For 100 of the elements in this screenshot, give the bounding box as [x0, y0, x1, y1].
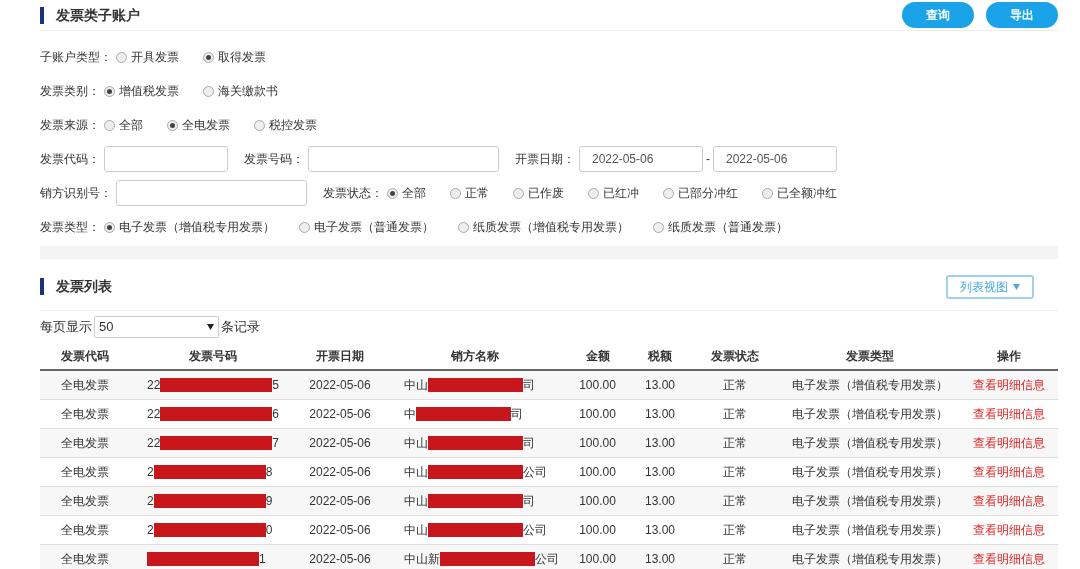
table-cell-text: 5 [272, 377, 280, 394]
table-cell-text: 公司 [535, 551, 559, 568]
field-label: 销方识别号： [40, 185, 112, 202]
caret-icon [207, 324, 214, 330]
table-cell-text: 2022-05-06 [308, 522, 372, 539]
field-label: 发票来源： [40, 117, 100, 134]
radio-option[interactable]: 已全额冲红 [762, 184, 837, 202]
radio-option[interactable]: 已红冲 [588, 184, 639, 202]
radio-button[interactable] [653, 221, 664, 233]
column-header: 发票代码 [60, 348, 110, 365]
radio-button[interactable] [104, 85, 115, 97]
radio-button[interactable] [299, 221, 310, 233]
table-cell-text: 7 [272, 435, 280, 452]
table-cell-text: 电子发票（增值税专用发票） [791, 406, 949, 423]
table-cell-text: 正常 [722, 493, 748, 510]
detail-link[interactable]: 查看明细信息 [960, 521, 1058, 539]
detail-link[interactable]: 查看明细信息 [960, 434, 1058, 452]
table-cell-text: 100.00 [578, 435, 617, 452]
detail-link[interactable]: 查看明细信息 [960, 405, 1058, 423]
column-header: 操作 [996, 348, 1022, 365]
text-field[interactable] [104, 146, 228, 172]
table-cell-text: 中山 [404, 522, 428, 539]
radio-button[interactable] [513, 187, 524, 199]
table-cell-text: 公司 [523, 464, 547, 481]
table-cell-text: 司 [523, 435, 535, 452]
table-cell-text: 全电发票 [60, 435, 110, 452]
radio-option[interactable]: 全部 [387, 184, 426, 202]
table-cell-text: 2022-05-06 [308, 464, 372, 481]
field-label: 发票类别： [40, 83, 100, 100]
table-cell-text: 1 [259, 551, 266, 568]
detail-link[interactable]: 查看明细信息 [960, 492, 1058, 510]
date-field[interactable]: 2022-05-06 [579, 146, 703, 172]
radio-option[interactable]: 纸质发票（增值税专用发票） [458, 218, 629, 236]
radio-button[interactable] [387, 187, 398, 199]
table-cell-text: 100.00 [578, 377, 617, 394]
radio-option[interactable]: 已部分冲红 [663, 184, 738, 202]
radio-button[interactable] [116, 51, 127, 63]
radio-button[interactable] [167, 119, 178, 131]
radio-option[interactable]: 全电发票 [167, 116, 230, 134]
radio-option[interactable]: 开具发票 [116, 48, 179, 66]
radio-option[interactable]: 电子发票（普通发票） [299, 218, 434, 236]
table-cell-text: 13.00 [644, 464, 676, 481]
section-title: 发票列表 [56, 277, 112, 296]
table-cell-text: 2022-05-06 [308, 406, 372, 423]
field-label: 发票状态： [323, 185, 383, 202]
table-cell-text: 100.00 [578, 522, 617, 539]
radio-button[interactable] [104, 119, 115, 131]
table-cell-text: 正常 [722, 522, 748, 539]
table-cell-text: 中山 [404, 377, 428, 394]
column-header: 金额 [584, 348, 611, 365]
page-size-label: 每页显示 [40, 318, 92, 337]
radio-option[interactable]: 海关缴款书 [203, 82, 278, 100]
page-size-select[interactable]: 50 [94, 316, 219, 338]
radio-option[interactable]: 电子发票（增值税专用发票） [104, 218, 275, 236]
table-cell-text: 2 [147, 464, 154, 481]
radio-button[interactable] [762, 187, 773, 199]
radio-button[interactable] [450, 187, 461, 199]
radio-button[interactable] [203, 51, 214, 63]
radio-button[interactable] [104, 221, 115, 233]
table-cell-text: 全电发票 [60, 464, 110, 481]
date-field[interactable]: 2022-05-06 [713, 146, 837, 172]
table-cell-text: 正常 [722, 406, 748, 423]
detail-link[interactable]: 查看明细信息 [960, 463, 1058, 481]
section-title: 发票类子账户 [56, 5, 140, 25]
table-cell-text: 司 [523, 377, 535, 394]
table-cell-text: 6 [272, 406, 280, 423]
table-cell-text: 100.00 [578, 406, 617, 423]
table-cell-text: 中山 [404, 464, 428, 481]
text-field[interactable] [116, 180, 307, 206]
radio-option[interactable]: 已作废 [513, 184, 564, 202]
table-cell-text: 2022-05-06 [308, 551, 372, 568]
table-cell-text: 中山新 [404, 551, 440, 568]
radio-option[interactable]: 税控发票 [254, 116, 317, 134]
radio-option[interactable]: 正常 [450, 184, 489, 202]
detail-link[interactable]: 查看明细信息 [960, 376, 1058, 394]
radio-button[interactable] [663, 187, 674, 199]
table-cell-text: 13.00 [644, 377, 676, 394]
radio-option[interactable]: 全部 [104, 116, 143, 134]
text-field[interactable] [308, 146, 499, 172]
table-cell-text: 电子发票（增值税专用发票） [791, 522, 949, 539]
detail-link[interactable]: 查看明细信息 [960, 550, 1058, 568]
radio-option[interactable]: 取得发票 [203, 48, 266, 66]
radio-option[interactable]: 纸质发票（普通发票） [653, 218, 788, 236]
table-cell-text: 全电发票 [60, 493, 110, 510]
table-cell-text: 全电发票 [60, 551, 110, 568]
table-cell-text: 13.00 [644, 551, 676, 568]
radio-option[interactable]: 增值税发票 [104, 82, 179, 100]
radio-button[interactable] [458, 221, 469, 233]
field-label: 子账户类型： [40, 49, 112, 66]
table-cell-text: 中山 [404, 435, 428, 452]
table-cell-text: 22 [147, 377, 161, 394]
radio-button[interactable] [254, 119, 265, 131]
radio-button[interactable] [203, 85, 214, 97]
table-cell-text: 100.00 [578, 551, 617, 568]
table-cell-text: 电子发票（增值税专用发票） [791, 435, 949, 452]
table-cell-text: 2 [147, 493, 154, 510]
radio-button[interactable] [588, 187, 599, 199]
field-label: 发票号码： [244, 151, 304, 168]
table-cell-text: 正常 [722, 464, 748, 481]
table-cell-text: 13.00 [644, 406, 676, 423]
